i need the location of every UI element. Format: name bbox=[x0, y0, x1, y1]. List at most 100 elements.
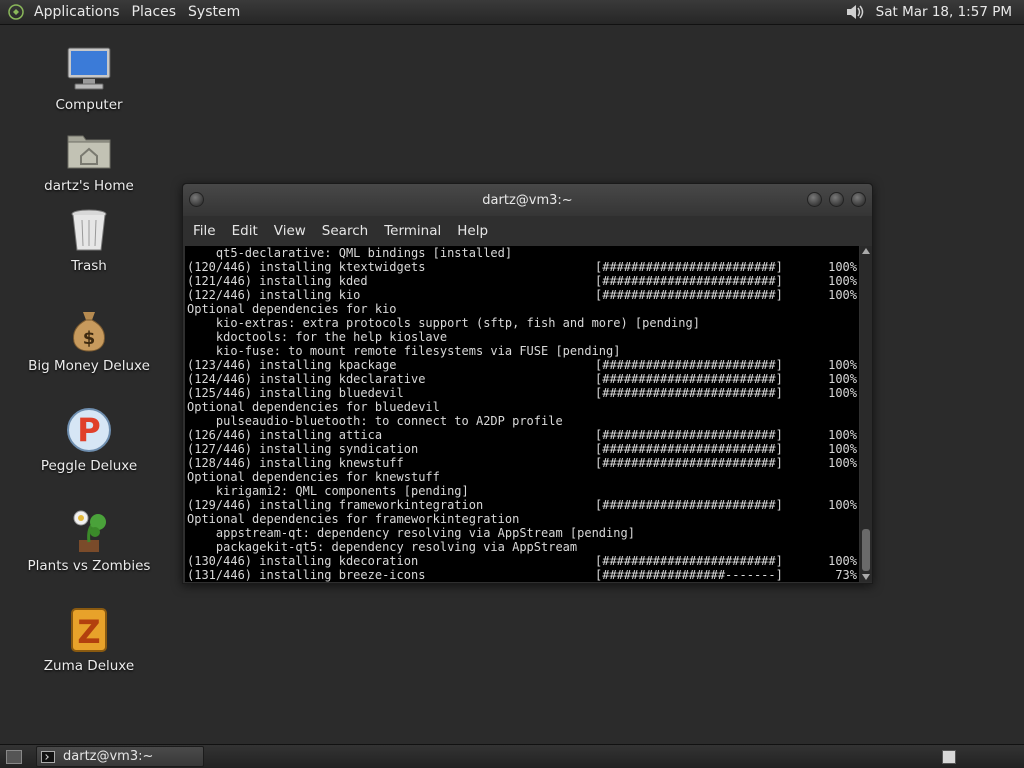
terminal-line-text: Optional dependencies for bluedevil bbox=[187, 400, 440, 414]
window-menu-icon[interactable] bbox=[189, 192, 204, 207]
taskbar-label: dartz@vm3:~ bbox=[63, 749, 154, 764]
terminal-line-text: qt5-declarative: QML bindings [installed… bbox=[187, 246, 513, 260]
progress-percent: 100% bbox=[828, 498, 857, 512]
terminal-line: (127/446) installing syndication [#######… bbox=[187, 442, 859, 456]
progress-bar-text: [#################-------] bbox=[595, 568, 783, 582]
bottom-panel: dartz@vm3:~ bbox=[0, 744, 1024, 768]
applications-menu[interactable]: Applications bbox=[30, 4, 128, 20]
top-panel: Applications Places System Sat Mar 18, 1… bbox=[0, 0, 1024, 25]
desktop-icon-computer[interactable]: Computer bbox=[24, 45, 154, 113]
terminal-window[interactable]: dartz@vm3:~ File Edit View Search Termin… bbox=[182, 183, 873, 584]
terminal-line: kio-fuse: to mount remote filesystems vi… bbox=[187, 344, 859, 358]
show-desktop-icon[interactable] bbox=[6, 749, 22, 764]
progress-percent: 100% bbox=[828, 358, 857, 372]
desktop-icon-label: Trash bbox=[71, 258, 107, 274]
progress-bar-text: [########################] bbox=[595, 260, 783, 274]
terminal-line-text: (130/446) installing kdecoration bbox=[187, 554, 419, 568]
plants-vs-zombies-icon bbox=[73, 510, 106, 552]
progress-bar-text: [########################] bbox=[595, 372, 783, 386]
zuma-icon: Z bbox=[71, 608, 107, 652]
progress-bar-text: [########################] bbox=[595, 428, 783, 442]
desktop-icon-label: Big Money Deluxe bbox=[28, 358, 150, 374]
menu-search[interactable]: Search bbox=[314, 223, 376, 239]
close-button[interactable] bbox=[851, 192, 866, 207]
terminal-line-text: (120/446) installing ktextwidgets bbox=[187, 260, 426, 274]
terminal-line: kio-extras: extra protocols support (sft… bbox=[187, 316, 859, 330]
desktop-icon-label: Peggle Deluxe bbox=[40, 458, 138, 474]
desktop-icon-peggle[interactable]: P Peggle Deluxe bbox=[24, 406, 154, 474]
terminal-line-text: (131/446) installing breeze-icons bbox=[187, 568, 426, 582]
menu-help[interactable]: Help bbox=[449, 223, 496, 239]
window-titlebar[interactable]: dartz@vm3:~ bbox=[183, 184, 872, 216]
progress-bar-text: [########################] bbox=[595, 288, 783, 302]
terminal-line: (123/446) installing kpackage [##########… bbox=[187, 358, 859, 372]
gnome-foot-logo-icon[interactable] bbox=[8, 4, 24, 20]
progress-bar-text: [########################] bbox=[595, 442, 783, 456]
menu-edit[interactable]: Edit bbox=[224, 223, 266, 239]
terminal-line: (129/446) installing frameworkintegratio… bbox=[187, 498, 859, 512]
desktop-icon-label: Plants vs Zombies bbox=[27, 558, 151, 574]
terminal-line: Optional dependencies for frameworkinteg… bbox=[187, 512, 859, 526]
terminal-line: kirigami2: QML components [pending] bbox=[187, 484, 859, 498]
terminal-line: (130/446) installing kdecoration [#######… bbox=[187, 554, 859, 568]
terminal-scrollbar[interactable] bbox=[860, 246, 872, 582]
progress-percent: 100% bbox=[828, 386, 857, 400]
computer-icon bbox=[67, 47, 111, 90]
terminal-line-text: kirigami2: QML components [pending] bbox=[187, 484, 469, 498]
taskbar-terminal-button[interactable]: dartz@vm3:~ bbox=[36, 746, 204, 767]
desktop-icon-zuma[interactable]: Z Zuma Deluxe bbox=[24, 606, 154, 674]
desktop-icon-label: Computer bbox=[55, 97, 123, 113]
minimize-button[interactable] bbox=[807, 192, 822, 207]
terminal-line: (131/446) installing breeze-icons [######… bbox=[187, 568, 859, 582]
progress-percent: 100% bbox=[828, 288, 857, 302]
terminal-line-text: kdoctools: for the help kioslave bbox=[187, 330, 448, 344]
progress-bar-text: [########################] bbox=[595, 386, 783, 400]
svg-text:Z: Z bbox=[77, 613, 100, 651]
system-menu[interactable]: System bbox=[184, 4, 248, 20]
progress-bar-text: [########################] bbox=[595, 554, 783, 568]
terminal-line-text: Optional dependencies for frameworkinteg… bbox=[187, 512, 520, 526]
maximize-button[interactable] bbox=[829, 192, 844, 207]
menu-file[interactable]: File bbox=[185, 223, 224, 239]
places-menu[interactable]: Places bbox=[128, 4, 185, 20]
progress-bar-text: [########################] bbox=[595, 456, 783, 470]
desktop-icon-big-money[interactable]: $ Big Money Deluxe bbox=[24, 306, 154, 374]
terminal-icon bbox=[41, 750, 55, 763]
terminal-line: appstream-qt: dependency resolving via A… bbox=[187, 526, 859, 540]
terminal-line-text: (126/446) installing attica bbox=[187, 428, 383, 442]
terminal-line: Optional dependencies for kio bbox=[187, 302, 859, 316]
money-bag-icon: $ bbox=[73, 312, 105, 352]
terminal-line-text: (125/446) installing bluedevil bbox=[187, 386, 404, 400]
scroll-up-arrow-icon[interactable] bbox=[862, 248, 870, 254]
desktop-icon-plants-vs-zombies[interactable]: Plants vs Zombies bbox=[24, 506, 154, 574]
progress-percent: 73% bbox=[835, 568, 857, 582]
progress-percent: 100% bbox=[828, 274, 857, 288]
terminal-output[interactable]: qt5-declarative: QML bindings [installed… bbox=[185, 246, 859, 582]
desktop-icon-home[interactable]: dartz's Home bbox=[24, 126, 154, 194]
progress-percent: 100% bbox=[828, 456, 857, 470]
terminal-line-text: packagekit-qt5: dependency resolving via… bbox=[187, 540, 578, 554]
desktop-icon-label: Zuma Deluxe bbox=[43, 658, 135, 674]
terminal-line: (120/446) installing ktextwidgets [######… bbox=[187, 260, 859, 274]
volume-speaker-icon[interactable] bbox=[844, 2, 866, 22]
menu-terminal[interactable]: Terminal bbox=[376, 223, 449, 239]
desktop-icon-label: dartz's Home bbox=[44, 178, 134, 194]
menu-view[interactable]: View bbox=[266, 223, 314, 239]
terminal-line: qt5-declarative: QML bindings [installed… bbox=[187, 246, 859, 260]
trash-icon bbox=[71, 209, 107, 251]
progress-percent: 100% bbox=[828, 260, 857, 274]
clock[interactable]: Sat Mar 18, 1:57 PM bbox=[876, 4, 1012, 20]
desktop-icon-trash[interactable]: Trash bbox=[24, 206, 154, 274]
scrollbar-thumb[interactable] bbox=[862, 529, 870, 571]
terminal-line: Optional dependencies for knewstuff bbox=[187, 470, 859, 484]
progress-percent: 100% bbox=[828, 372, 857, 386]
workspace-switcher[interactable] bbox=[942, 749, 956, 764]
terminal-line-text: (123/446) installing kpackage bbox=[187, 358, 397, 372]
terminal-line: (121/446) installing kded [##############… bbox=[187, 274, 859, 288]
terminal-line-text: (122/446) installing kio bbox=[187, 288, 361, 302]
terminal-line-text: (128/446) installing knewstuff bbox=[187, 456, 404, 470]
terminal-line: Optional dependencies for bluedevil bbox=[187, 400, 859, 414]
terminal-line: (125/446) installing bluedevil [#########… bbox=[187, 386, 859, 400]
scroll-down-arrow-icon[interactable] bbox=[862, 574, 870, 580]
svg-text:P: P bbox=[77, 411, 100, 449]
